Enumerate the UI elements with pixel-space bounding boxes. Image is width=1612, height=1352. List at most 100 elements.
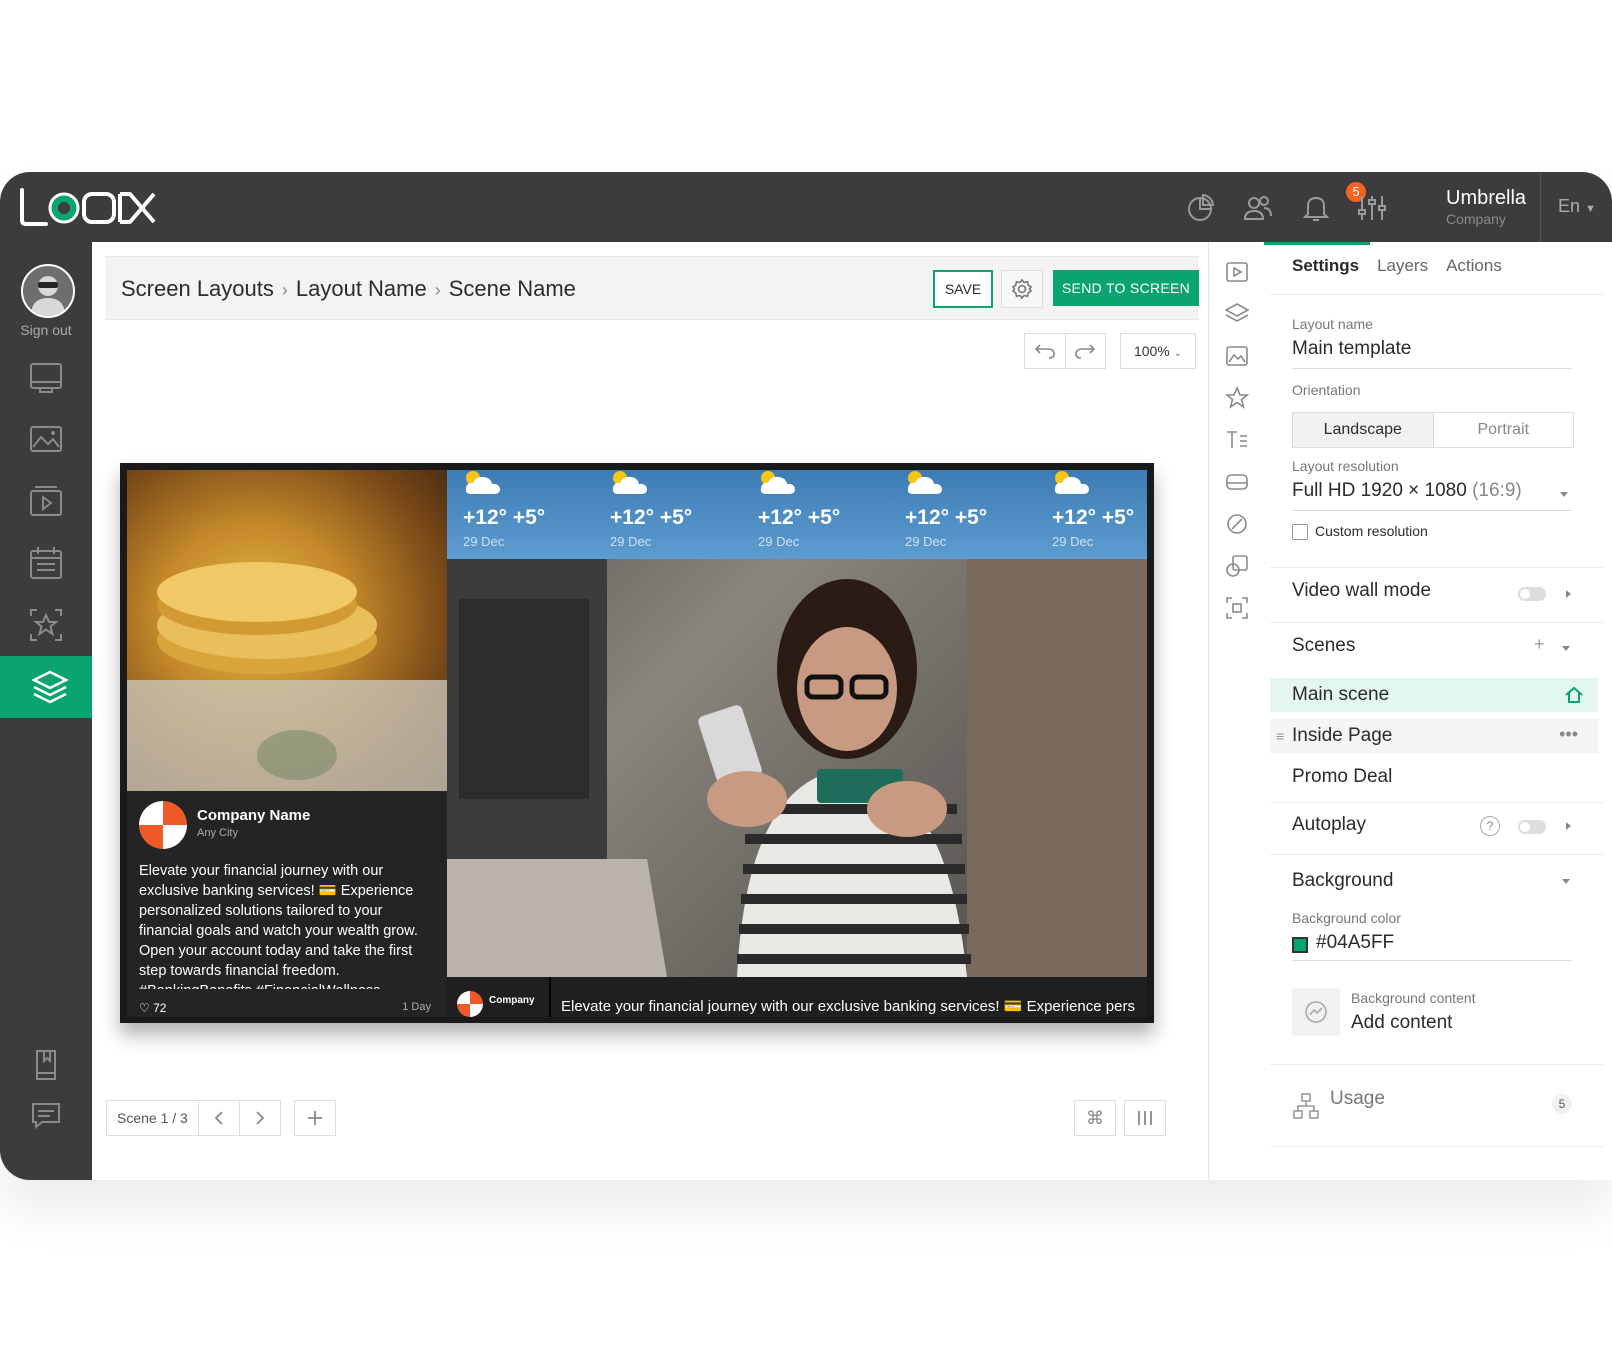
playlists-icon[interactable] — [0, 470, 92, 532]
orientation-toggle: Landscape Portrait — [1292, 412, 1574, 448]
clock-widget-icon[interactable] — [1223, 510, 1251, 538]
chevron-down-icon: ▼ — [1585, 203, 1596, 215]
divider — [1270, 802, 1604, 803]
language-selector[interactable]: En ▼ — [1558, 196, 1596, 217]
tab-actions[interactable]: Actions — [1446, 256, 1502, 276]
autoplay-toggle[interactable] — [1518, 820, 1546, 834]
screens-icon[interactable] — [0, 346, 92, 408]
media-icon[interactable] — [0, 408, 92, 470]
undo-button[interactable] — [1025, 334, 1066, 368]
plus-icon — [308, 1111, 322, 1125]
input-underline — [1292, 960, 1572, 961]
ticker-widget-icon[interactable] — [1223, 468, 1251, 496]
bell-icon[interactable] — [1300, 192, 1332, 224]
woman-phone-image[interactable] — [447, 559, 1147, 977]
orientation-landscape[interactable]: Landscape — [1293, 413, 1434, 447]
add-scene-button[interactable] — [294, 1100, 336, 1136]
analytics-icon[interactable] — [1184, 192, 1216, 224]
chevron-down-icon: ⌄ — [1173, 348, 1183, 359]
chevron-right-icon: › — [434, 280, 441, 300]
drag-handle-icon[interactable]: ≡ — [1276, 719, 1284, 753]
text-widget-icon[interactable] — [1223, 426, 1251, 454]
network-icon — [1293, 1093, 1319, 1119]
users-icon[interactable] — [1242, 192, 1274, 224]
weather-widget[interactable]: +12° +5° 29 Dec +12° +5° 29 Dec +12° +5°… — [447, 470, 1147, 559]
post-company-name: Company Name — [197, 807, 311, 824]
news-ticker[interactable]: Company Elevate your financial journey w… — [447, 977, 1147, 1017]
video-widget-icon[interactable] — [1223, 258, 1251, 286]
chevron-down-icon[interactable] — [1562, 879, 1570, 884]
chat-icon[interactable] — [0, 1084, 92, 1146]
background-content-button[interactable] — [1292, 988, 1340, 1036]
coins-image[interactable] — [127, 470, 447, 791]
settings-button[interactable] — [1001, 270, 1043, 308]
zoom-select[interactable]: 100% ⌄ — [1120, 333, 1196, 369]
tab-layers[interactable]: Layers — [1377, 256, 1428, 276]
orientation-portrait[interactable]: Portrait — [1434, 413, 1574, 447]
help-icon[interactable]: ? — [1480, 816, 1500, 836]
post-company-city: Any City — [197, 827, 238, 839]
prev-scene-button[interactable] — [198, 1100, 240, 1136]
panel-tabs: Settings Layers Actions — [1292, 256, 1502, 276]
orientation-label: Orientation — [1292, 382, 1361, 398]
background-color-input[interactable]: #04A5FF — [1316, 932, 1394, 954]
undo-redo-group — [1024, 333, 1106, 369]
scene-item-main[interactable]: Main scene — [1270, 678, 1598, 712]
sliders-icon[interactable] — [1356, 192, 1388, 224]
usage-label[interactable]: Usage — [1330, 1088, 1385, 1110]
gear-icon — [1011, 278, 1033, 300]
layout-preview[interactable]: Company Name Any City Elevate your finan… — [120, 463, 1154, 1023]
autoplay-label: Autoplay — [1292, 814, 1366, 835]
resolution-label: Layout resolution — [1292, 458, 1399, 474]
next-scene-button[interactable] — [239, 1100, 281, 1136]
app-window: 5 Umbrella Company En ▼ Sign out Screen … — [0, 172, 1612, 1180]
send-to-screen-button[interactable]: SEND TO SCREEN — [1053, 270, 1199, 306]
breadcrumb-screen-layouts[interactable]: Screen Layouts — [121, 276, 274, 301]
social-post-widget[interactable]: Company Name Any City Elevate your finan… — [127, 791, 447, 1017]
company-sub: Company — [1446, 211, 1506, 227]
post-likes: ♡ 72 — [139, 1001, 167, 1015]
sidebar: Sign out — [0, 242, 96, 1180]
post-age: 1 Day — [402, 1001, 431, 1013]
layouts-icon[interactable] — [0, 656, 96, 718]
shortcuts-button[interactable]: ⌘ — [1074, 1100, 1116, 1136]
avatar[interactable] — [21, 264, 75, 318]
input-underline — [1292, 510, 1572, 511]
company-switcher[interactable]: Umbrella Company — [1446, 186, 1526, 228]
schedule-icon[interactable] — [0, 532, 92, 594]
editor-canvas: Screen Layouts › Layout Name › Scene Name SA… — [92, 242, 1208, 1180]
more-options-icon[interactable]: ••• — [1559, 717, 1578, 751]
chevron-right-icon[interactable] — [1566, 822, 1571, 830]
qr-widget-icon[interactable] — [1223, 594, 1251, 622]
scene-name: Main scene — [1292, 684, 1390, 705]
save-button[interactable]: SAVE — [933, 270, 993, 308]
layout-name-input[interactable]: Main template — [1292, 338, 1411, 360]
image-widget-icon[interactable] — [1223, 342, 1251, 370]
columns-icon — [1138, 1111, 1152, 1125]
tab-settings[interactable]: Settings — [1292, 256, 1359, 276]
layers-widget-icon[interactable] — [1223, 300, 1251, 328]
chevron-down-icon[interactable] — [1562, 646, 1570, 651]
scene-item-inside[interactable]: ≡ Inside Page ••• — [1270, 719, 1598, 753]
weather-date: 29 Dec — [463, 534, 505, 549]
star-widget-icon[interactable] — [1223, 384, 1251, 412]
scene-item-promo[interactable]: Promo Deal — [1270, 760, 1598, 794]
custom-resolution-checkbox[interactable] — [1292, 524, 1308, 540]
video-wall-toggle[interactable] — [1518, 587, 1546, 601]
resolution-select[interactable]: Full HD 1920 × 1080 (16:9) — [1292, 480, 1522, 502]
add-content-link[interactable]: Add content — [1351, 1012, 1452, 1034]
image-placeholder-icon — [1305, 1001, 1327, 1023]
zoom-value: 100% — [1133, 343, 1170, 359]
add-scene-plus-icon[interactable]: + — [1534, 634, 1545, 655]
chevron-right-icon[interactable] — [1566, 590, 1571, 598]
columns-button[interactable] — [1124, 1100, 1166, 1136]
color-swatch[interactable] — [1292, 937, 1308, 953]
templates-icon[interactable] — [0, 594, 92, 656]
shapes-widget-icon[interactable] — [1223, 552, 1251, 580]
sign-out-link[interactable]: Sign out — [0, 322, 92, 338]
look-logo[interactable] — [18, 186, 158, 228]
weather-date: 29 Dec — [1052, 534, 1094, 549]
breadcrumb-layout-name[interactable]: Layout Name — [296, 276, 427, 301]
redo-button[interactable] — [1066, 334, 1106, 368]
weather-temp: +12° +5° — [610, 506, 693, 529]
